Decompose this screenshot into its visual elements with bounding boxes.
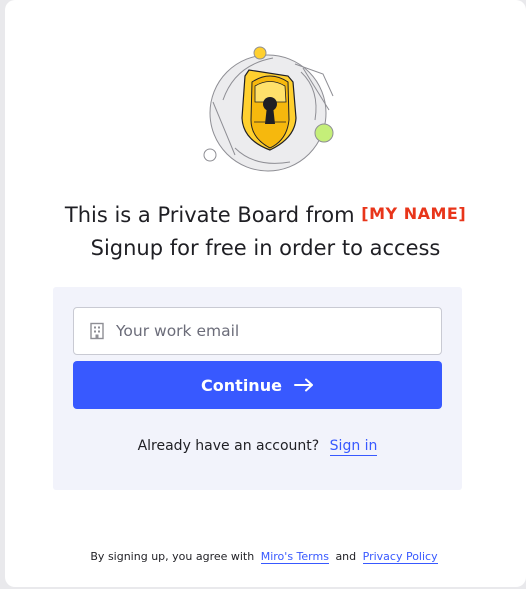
title-prefix: This is a Private Board from (64, 203, 355, 227)
email-field[interactable] (73, 307, 442, 355)
lock-shield-illustration (203, 46, 334, 172)
already-text: Already have an account? (137, 438, 320, 454)
sign-in-link[interactable]: Sign in (329, 438, 378, 456)
already-have-account: Already have an account? Sign in (53, 438, 462, 456)
owner-name: [MY NAME] (361, 204, 467, 223)
legal-notice: By signing up, you agree with Miro's Ter… (5, 550, 526, 564)
page-title: This is a Private Board from [MY NAME] (5, 200, 526, 229)
legal-prefix: By signing up, you agree with (90, 550, 255, 563)
privacy-policy-link[interactable]: Privacy Policy (362, 550, 438, 564)
continue-button[interactable]: Continue (73, 361, 442, 409)
email-input[interactable] (116, 322, 441, 340)
continue-label: Continue (201, 375, 282, 395)
building-icon (90, 322, 104, 340)
arrow-right-icon (293, 378, 313, 392)
signup-form-panel: Continue Already have an account? Sign i… (53, 287, 462, 490)
legal-and: and (335, 550, 357, 563)
signup-modal: This is a Private Board from [MY NAME] S… (5, 0, 526, 587)
page-subtitle: Signup for free in order to access (90, 236, 441, 260)
terms-link[interactable]: Miro's Terms (260, 550, 329, 564)
